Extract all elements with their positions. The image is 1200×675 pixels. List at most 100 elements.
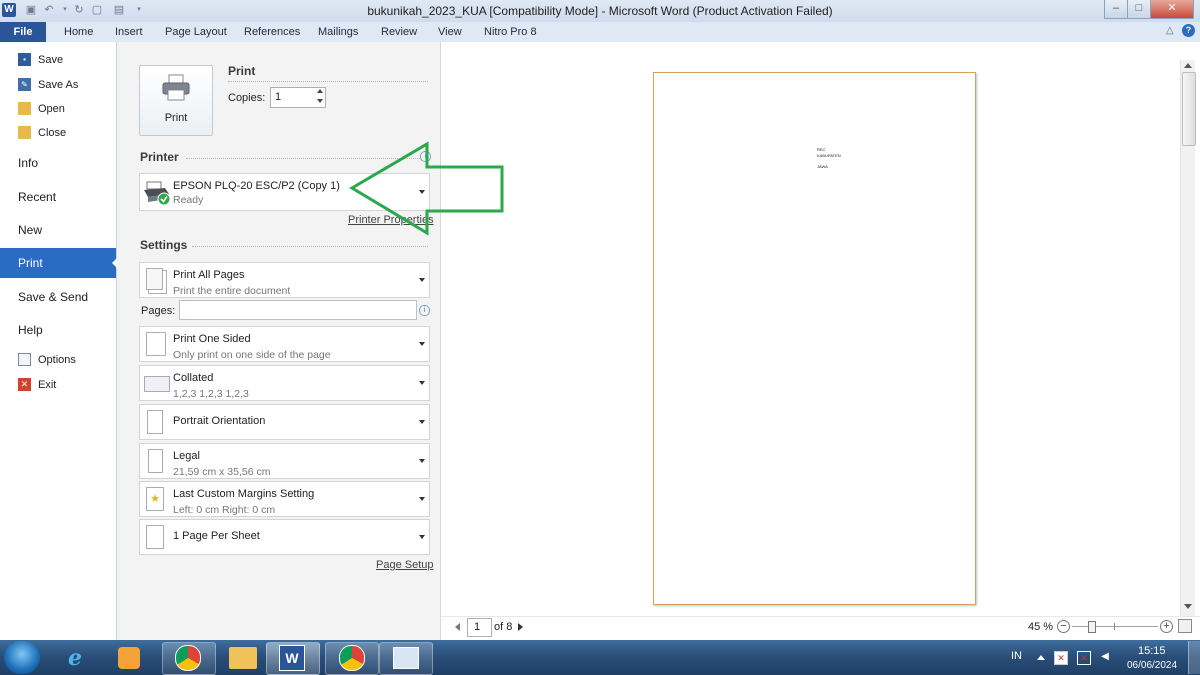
clock-date[interactable]: 06/06/2024: [1127, 660, 1177, 671]
chrome-icon-2: [339, 645, 365, 671]
nav-close-label: Close: [38, 127, 67, 139]
clock-time[interactable]: 15:15: [1138, 645, 1166, 657]
tab-references[interactable]: References: [244, 22, 300, 42]
scroll-down-icon[interactable]: [1184, 604, 1192, 609]
show-hidden-icons-icon[interactable]: [1037, 655, 1045, 660]
print-button-label: Print: [164, 112, 188, 124]
paper-size-label: Legal: [173, 450, 200, 462]
copies-spinner[interactable]: 1: [270, 87, 326, 108]
tab-review[interactable]: Review: [381, 22, 417, 42]
tab-file[interactable]: File: [0, 22, 46, 42]
zoom-in-icon[interactable]: +: [1160, 620, 1173, 633]
save-as-icon: ✎: [18, 78, 31, 91]
exit-icon: ✕: [18, 378, 31, 391]
zoom-slider-thumb[interactable]: [1088, 621, 1096, 633]
tab-home[interactable]: Home: [64, 22, 93, 42]
zoom-slider[interactable]: [1072, 621, 1158, 633]
minimize-button[interactable]: –: [1104, 0, 1128, 19]
nav-recent[interactable]: Recent: [18, 190, 56, 204]
nav-exit-label: Exit: [38, 379, 57, 391]
print-button[interactable]: Print: [139, 65, 213, 136]
print-range-dropdown[interactable]: Print All Pages Print the entire documen…: [139, 262, 430, 298]
close-button[interactable]: ✕: [1150, 0, 1194, 19]
nav-save-as-label: Save As: [38, 79, 79, 91]
one-sided-icon: [146, 332, 166, 356]
orientation-label: Portrait Orientation: [173, 415, 266, 427]
chevron-down-icon: [419, 381, 425, 385]
maximize-button[interactable]: □: [1127, 0, 1151, 19]
sides-label: Print One Sided: [173, 333, 251, 345]
volume-icon[interactable]: ◀: [1099, 651, 1111, 663]
collation-dropdown[interactable]: Collated 1,2,3 1,2,3 1,2,3: [139, 365, 430, 401]
nav-help[interactable]: Help: [18, 323, 43, 337]
tab-mailings[interactable]: Mailings: [318, 22, 358, 42]
network-icon[interactable]: ✕: [1077, 651, 1091, 665]
tab-view[interactable]: View: [438, 22, 462, 42]
window-title: bukunikah_2023_KUA [Compatibility Mode] …: [367, 4, 833, 18]
page-per-sheet-icon: [146, 525, 164, 549]
scroll-thumb[interactable]: [1182, 72, 1196, 146]
chrome-icon: [175, 645, 201, 671]
page-number-input[interactable]: 1: [467, 618, 492, 637]
tab-nitro-pro[interactable]: Nitro Pro 8: [484, 22, 537, 42]
start-button[interactable]: [4, 641, 40, 674]
pages-per-sheet-label: 1 Page Per Sheet: [173, 530, 260, 542]
preview-page: REC KABUPATEN JAWA: [653, 72, 976, 605]
save-icon: ▪: [18, 53, 31, 66]
internet-explorer-icon[interactable]: e: [62, 646, 88, 670]
margins-dropdown[interactable]: ★ Last Custom Margins Setting Left: 0 cm…: [139, 481, 430, 517]
sides-dropdown[interactable]: Print One Sided Only print on one side o…: [139, 326, 430, 362]
pages-info-icon[interactable]: i: [419, 305, 430, 316]
file-explorer-icon[interactable]: [229, 647, 257, 669]
print-range-sub: Print the entire document: [173, 285, 291, 297]
zoom-center-tick: [1114, 623, 1115, 630]
printer-status: Ready: [173, 194, 204, 206]
media-player-icon[interactable]: [118, 647, 140, 669]
next-page-icon[interactable]: [518, 623, 523, 631]
sides-sub: Only print on one side of the page: [173, 349, 331, 361]
previous-page-icon[interactable]: [455, 623, 460, 631]
collated-icon: [144, 376, 170, 392]
show-desktop-button[interactable]: [1188, 641, 1200, 674]
preview-line-3: JAWA: [817, 164, 828, 169]
pages-label: Pages:: [141, 305, 176, 317]
current-page-value: 1: [474, 621, 481, 633]
page-setup-link[interactable]: Page Setup: [376, 559, 434, 571]
scroll-up-icon[interactable]: [1184, 63, 1192, 68]
print-heading: Print: [228, 64, 256, 78]
portrait-page-icon: [147, 410, 163, 434]
chevron-down-icon: [419, 420, 425, 424]
orientation-dropdown[interactable]: Portrait Orientation: [139, 404, 430, 440]
chevron-down-icon: [419, 497, 425, 501]
pages-stack-icon: [146, 268, 163, 290]
nav-save-label: Save: [38, 54, 64, 66]
tab-page-layout[interactable]: Page Layout: [165, 22, 227, 42]
help-icon[interactable]: ?: [1182, 24, 1195, 37]
zoom-out-icon[interactable]: −: [1057, 620, 1070, 633]
tab-insert[interactable]: Insert: [115, 22, 143, 42]
word-taskbar-icon: W: [279, 645, 305, 671]
zoom-to-page-icon[interactable]: [1178, 619, 1192, 633]
action-center-icon[interactable]: ✕: [1054, 651, 1068, 665]
copies-value: 1: [275, 91, 282, 103]
language-indicator[interactable]: IN: [1011, 650, 1022, 662]
paper-size-dropdown[interactable]: Legal 21,59 cm x 35,56 cm: [139, 443, 430, 479]
minimize-ribbon-icon[interactable]: △: [1166, 25, 1174, 36]
close-folder-icon: [18, 126, 31, 139]
nav-new[interactable]: New: [18, 223, 42, 237]
preview-status-bar: [441, 616, 1200, 641]
spin-down-icon[interactable]: [317, 99, 323, 103]
margins-label: Last Custom Margins Setting: [173, 488, 315, 500]
printer-name: EPSON PLQ-20 ESC/P2 (Copy 1): [173, 180, 340, 192]
pages-per-sheet-dropdown[interactable]: 1 Page Per Sheet: [139, 519, 430, 555]
annotation-arrow-icon: [349, 141, 504, 236]
nav-save-send[interactable]: Save & Send: [18, 290, 88, 304]
zoom-level[interactable]: 45 %: [1028, 621, 1053, 633]
print-heading-divider: [228, 81, 428, 82]
nav-info[interactable]: Info: [18, 156, 38, 170]
preview-scrollbar[interactable]: [1180, 60, 1196, 616]
nav-print-label: Print: [18, 256, 43, 270]
spin-up-icon[interactable]: [317, 89, 323, 93]
collation-sub: 1,2,3 1,2,3 1,2,3: [173, 388, 249, 400]
pages-input[interactable]: [179, 300, 417, 320]
